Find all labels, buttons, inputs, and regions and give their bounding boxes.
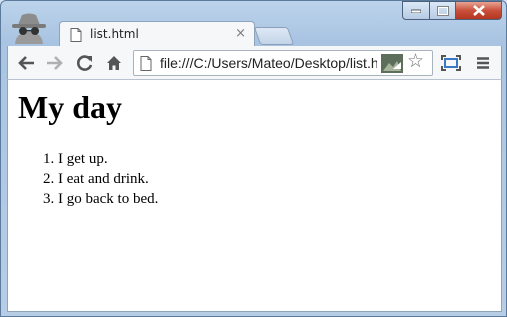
back-arrow-icon [18, 56, 34, 70]
fullscreen-icon [441, 55, 461, 71]
page-title: My day [18, 89, 122, 125]
reload-icon [77, 55, 93, 71]
forward-button[interactable] [45, 53, 65, 73]
incognito-icon [12, 13, 46, 44]
minimize-button[interactable] [402, 1, 430, 20]
page-icon [140, 56, 152, 71]
tab-title: list.html [90, 27, 139, 41]
list-item: I go back to bed. [58, 189, 158, 209]
tab-list-html[interactable]: list.html × [59, 21, 255, 47]
hamburger-menu-icon [477, 57, 489, 69]
file-icon [70, 28, 82, 42]
list-item: I get up. [58, 149, 158, 169]
toolbar: file:///C:/Users/Mateo/Desktop/list.html… [7, 46, 502, 80]
maximize-button[interactable] [429, 1, 456, 20]
back-button[interactable] [16, 53, 36, 73]
bookmark-star-icon[interactable]: ☆ [407, 52, 424, 71]
home-button[interactable] [104, 53, 124, 73]
list-item: I eat and drink. [58, 169, 158, 189]
browser-window: list.html × file:///C:/Users/Mateo/Deskt… [0, 0, 507, 317]
forward-arrow-icon [47, 56, 63, 70]
url-text: file:///C:/Users/Mateo/Desktop/list.html [160, 55, 377, 71]
close-window-button[interactable] [455, 1, 502, 20]
reload-button[interactable] [75, 53, 95, 73]
new-tab-button[interactable] [253, 27, 295, 45]
day-list: I get up. I eat and drink. I go back to … [18, 149, 158, 209]
menu-button[interactable] [473, 53, 493, 73]
cast-button[interactable] [441, 53, 461, 73]
minimize-icon [411, 9, 421, 13]
extension-icon[interactable] [381, 54, 403, 73]
close-icon [472, 5, 485, 16]
page-content: My day I get up. I eat and drink. I go b… [7, 80, 502, 312]
home-icon [107, 56, 121, 70]
address-bar[interactable]: file:///C:/Users/Mateo/Desktop/list.html… [133, 50, 433, 76]
maximize-icon [436, 5, 449, 16]
tab-close-icon[interactable]: × [235, 27, 246, 40]
